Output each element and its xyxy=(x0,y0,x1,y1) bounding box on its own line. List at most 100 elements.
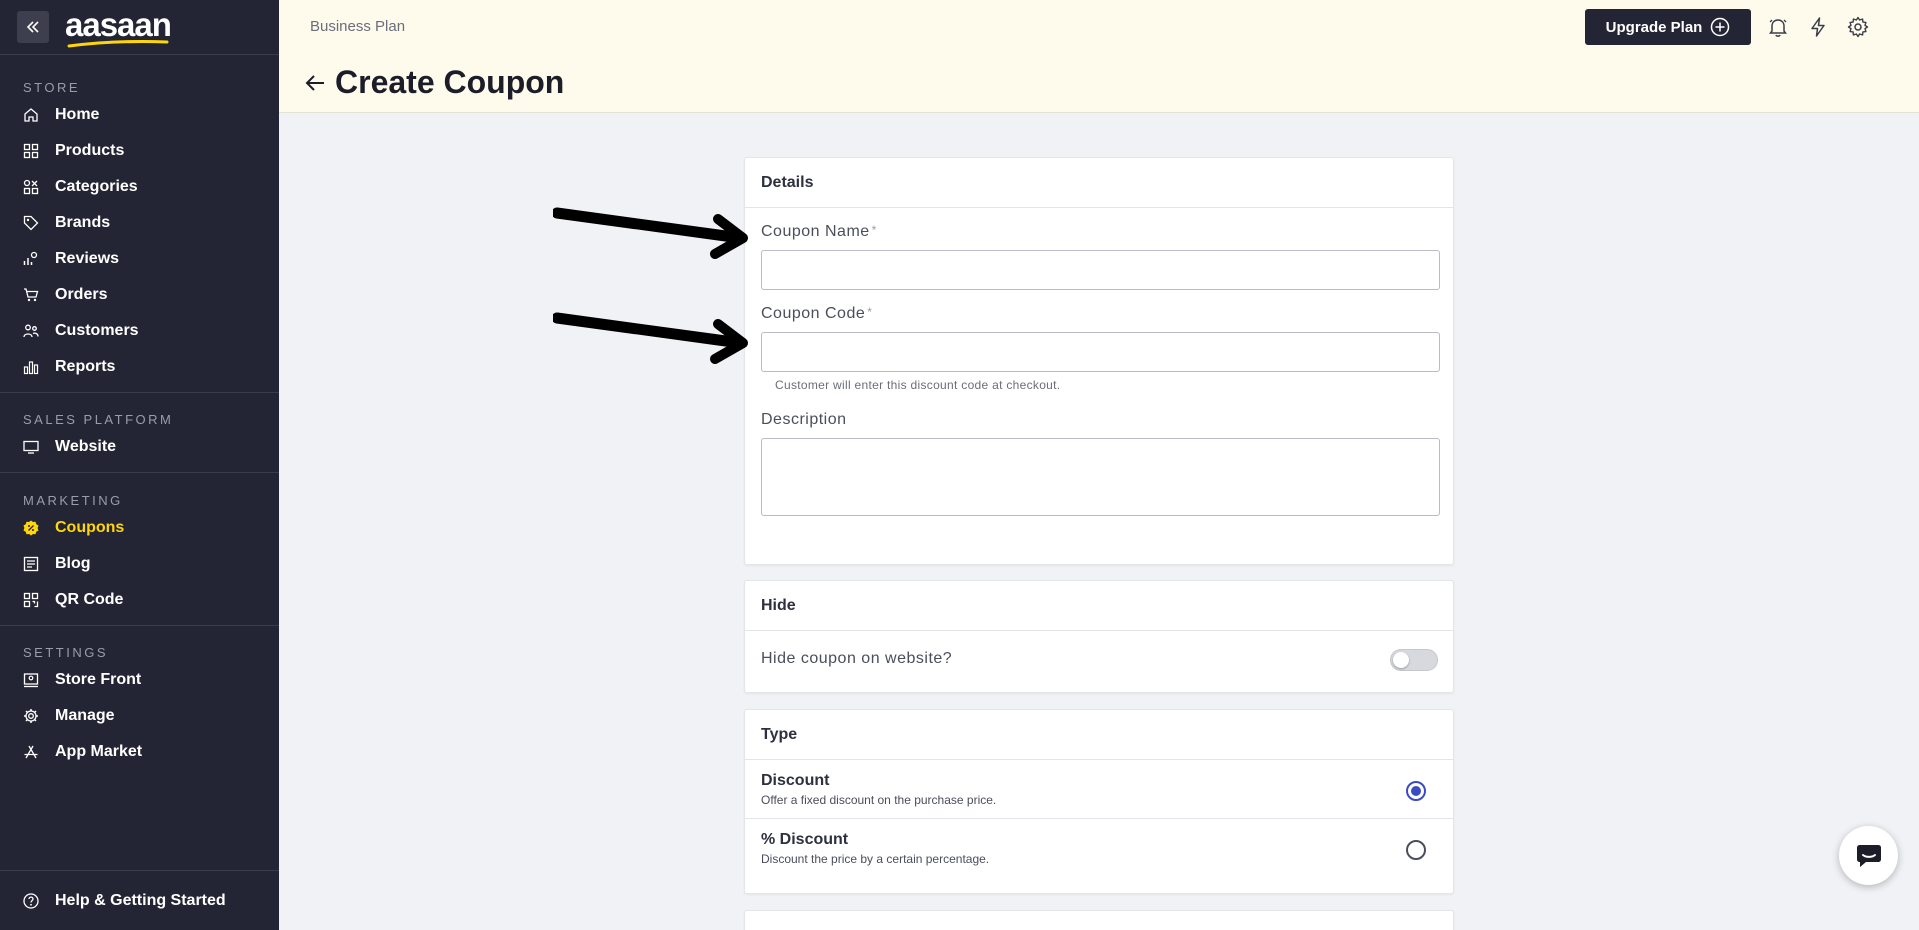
home-icon xyxy=(23,107,39,123)
logo-text: aasaan xyxy=(65,5,172,43)
option-subtitle: Discount the price by a certain percenta… xyxy=(761,852,990,866)
hide-row: Hide coupon on website? xyxy=(745,631,1453,693)
users-icon xyxy=(23,323,39,339)
sidebar-item-label: Coupons xyxy=(55,519,125,536)
sidebar-item-categories[interactable]: Categories xyxy=(0,169,279,205)
double-chevron-left-icon xyxy=(26,21,39,33)
coupon-code-hint: Customer will enter this discount code a… xyxy=(775,378,1061,392)
collapse-sidebar-button[interactable] xyxy=(17,11,49,43)
sidebar-item-label: QR Code xyxy=(55,591,124,608)
monitor-icon xyxy=(23,439,39,455)
required-mark: * xyxy=(871,223,877,237)
sidebar-item-coupons[interactable]: Coupons xyxy=(0,510,279,546)
description-label: Description xyxy=(761,411,847,428)
sidebar-item-label: Categories xyxy=(55,178,138,195)
type-heading: Type xyxy=(745,710,1453,760)
logo[interactable]: aasaan xyxy=(65,5,172,47)
page-title: Create Coupon xyxy=(335,64,565,100)
sidebar-item-orders[interactable]: Orders xyxy=(0,277,279,313)
page-header: Business Plan Create Coupon Upgrade Plan xyxy=(279,0,1919,113)
section-sales-platform: SALES PLATFORM xyxy=(23,412,174,427)
notification-bell-icon[interactable] xyxy=(1767,16,1789,38)
chat-bubble-icon xyxy=(1856,844,1881,867)
section-store: STORE xyxy=(23,80,81,95)
section-marketing: MARKETING xyxy=(23,493,123,508)
toggle-knob xyxy=(1393,652,1409,668)
sidebar-item-customers[interactable]: Customers xyxy=(0,313,279,349)
settings-gear-icon[interactable] xyxy=(1847,16,1869,38)
hide-card: Hide Hide coupon on website? xyxy=(744,580,1454,693)
bar-chart-icon xyxy=(23,359,39,375)
coupon-code-label: Coupon Code * xyxy=(761,305,872,323)
sidebar-item-qr-code[interactable]: QR Code xyxy=(0,582,279,618)
coupon-name-label: Coupon Name * xyxy=(761,223,877,241)
option-title: Discount xyxy=(761,772,830,789)
discount-radio[interactable] xyxy=(1406,781,1426,801)
gear-icon xyxy=(23,708,39,724)
lightning-icon[interactable] xyxy=(1807,16,1829,38)
blog-icon xyxy=(23,556,39,572)
hide-heading: Hide xyxy=(745,581,1453,631)
sidebar-item-label: Brands xyxy=(55,214,111,231)
sidebar-item-label: Reviews xyxy=(55,250,120,267)
app-market-icon xyxy=(23,744,39,760)
type-option-percent-discount[interactable]: % Discount Discount the price by a certa… xyxy=(745,819,1453,878)
details-card: Details Coupon Name * Coupon Code * Custom… xyxy=(744,157,1454,565)
sidebar-item-store-front[interactable]: Store Front xyxy=(0,662,279,698)
section-settings: SETTINGS xyxy=(23,645,109,660)
sidebar-item-label: Manage xyxy=(55,707,115,724)
upgrade-plan-label: Upgrade Plan xyxy=(1605,18,1703,36)
cart-icon xyxy=(23,287,39,303)
qr-code-icon xyxy=(23,592,39,608)
help-label: Help & Getting Started xyxy=(55,891,226,909)
type-option-discount[interactable]: Discount Offer a fixed discount on the p… xyxy=(745,760,1453,819)
sidebar-item-label: Orders xyxy=(55,286,108,303)
store-front-icon xyxy=(23,672,39,688)
required-mark: * xyxy=(867,305,873,319)
sidebar-item-brands[interactable]: Brands xyxy=(0,205,279,241)
details-heading: Details xyxy=(745,158,1453,208)
reviews-icon xyxy=(23,251,39,267)
categories-icon xyxy=(23,179,39,195)
sidebar-item-label: Reports xyxy=(55,358,116,375)
plan-label: Business Plan xyxy=(310,18,406,35)
option-title: % Discount xyxy=(761,831,849,848)
coupon-icon xyxy=(23,520,39,536)
logo-swoosh xyxy=(67,39,169,47)
help-getting-started[interactable]: Help & Getting Started xyxy=(0,870,279,930)
upgrade-plan-button[interactable]: Upgrade Plan xyxy=(1585,9,1751,45)
sidebar-item-products[interactable]: Products xyxy=(0,133,279,169)
sidebar-item-blog[interactable]: Blog xyxy=(0,546,279,582)
sidebar-item-app-market[interactable]: App Market xyxy=(0,734,279,770)
back-arrow-icon[interactable] xyxy=(303,71,327,95)
sidebar-item-home[interactable]: Home xyxy=(0,97,279,133)
tag-icon xyxy=(23,215,39,231)
sidebar-item-reviews[interactable]: Reviews xyxy=(0,241,279,277)
description-textarea[interactable] xyxy=(761,438,1440,516)
annotation-arrow-icon xyxy=(553,207,748,259)
plus-circle-icon xyxy=(1711,17,1730,37)
sidebar-item-label: Home xyxy=(55,106,100,123)
sidebar-item-manage[interactable]: Manage xyxy=(0,698,279,734)
sidebar-item-label: Website xyxy=(55,438,117,455)
help-circle-icon xyxy=(23,892,39,909)
option-subtitle: Offer a fixed discount on the purchase p… xyxy=(761,793,997,807)
coupon-code-input[interactable] xyxy=(761,332,1440,372)
coupon-name-input[interactable] xyxy=(761,250,1440,290)
sidebar-item-label: Customers xyxy=(55,322,139,339)
sidebar-item-label: Products xyxy=(55,142,125,159)
coupon-code-label-text: Coupon Code xyxy=(761,305,866,322)
annotation-arrow-icon xyxy=(553,312,748,364)
sidebar-item-reports[interactable]: Reports xyxy=(0,349,279,385)
grid-icon xyxy=(23,143,39,159)
coupon-name-label-text: Coupon Name xyxy=(761,223,870,240)
sidebar-item-website[interactable]: Website xyxy=(0,429,279,465)
sidebar-item-label: App Market xyxy=(55,743,143,760)
chat-support-button[interactable] xyxy=(1839,826,1898,885)
percent-discount-radio[interactable] xyxy=(1406,840,1426,860)
hide-coupon-label: Hide coupon on website? xyxy=(761,650,953,667)
sidebar: aasaan STORE Home Products Categories Br… xyxy=(0,0,279,930)
hide-coupon-toggle[interactable] xyxy=(1390,649,1438,671)
sidebar-item-label: Blog xyxy=(55,555,91,572)
type-card: Type Discount Offer a fixed discount on … xyxy=(744,709,1454,894)
